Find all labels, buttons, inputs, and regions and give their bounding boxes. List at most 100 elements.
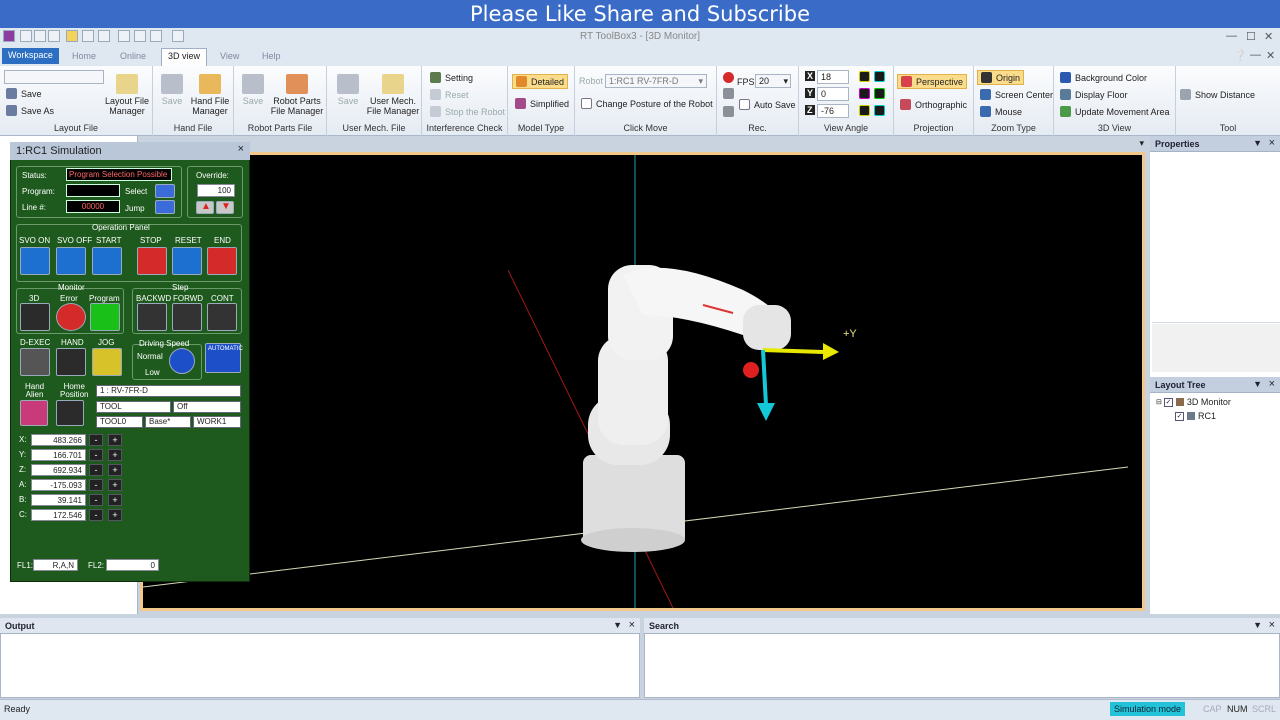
step-continue-button[interactable] xyxy=(207,303,237,331)
checkbox-icon[interactable]: ✓ xyxy=(1175,411,1184,421)
angle-y-input[interactable]: 0 xyxy=(817,87,849,101)
hand-button[interactable] xyxy=(56,348,86,376)
ribbon-close-icon[interactable]: ✕ xyxy=(1266,49,1275,62)
tab-online[interactable]: Online xyxy=(114,49,152,63)
pin-icon[interactable]: ▼ xyxy=(1253,138,1262,148)
record-button[interactable] xyxy=(723,72,738,83)
help-icon[interactable]: ❔ xyxy=(1233,49,1247,62)
coord-x-minus-button[interactable]: - xyxy=(89,434,103,446)
automatic-button[interactable]: AUTOMATIC xyxy=(205,343,243,373)
robot-select[interactable]: 1:RC1 RV-7FR-D ▾ xyxy=(605,74,707,88)
coord-a-minus-button[interactable]: - xyxy=(89,479,103,491)
select-program-button[interactable] xyxy=(155,184,175,198)
monitor-3d-button[interactable] xyxy=(20,303,50,331)
checkbox-icon[interactable]: ✓ xyxy=(1163,397,1173,407)
pin-icon[interactable]: ▼ xyxy=(1253,379,1262,389)
display-floor-button[interactable]: Display Floor xyxy=(1060,89,1128,100)
jog-option-combo[interactable]: Off xyxy=(173,401,241,413)
jog-button[interactable] xyxy=(92,348,122,376)
end-button[interactable] xyxy=(207,247,237,275)
work-combo[interactable]: WORK1 xyxy=(193,416,241,428)
fps-select[interactable]: 20 ▾ xyxy=(755,74,791,88)
hand-alien-button[interactable] xyxy=(20,400,48,426)
view-iso-button[interactable] xyxy=(859,105,889,116)
svo-on-button[interactable] xyxy=(20,247,50,275)
monitor-error-button[interactable] xyxy=(56,303,86,331)
angle-x-input[interactable]: 18 xyxy=(817,70,849,84)
view-top-button[interactable] xyxy=(859,71,889,82)
tool-number-combo[interactable]: TOOL0 xyxy=(96,416,143,428)
home-position-button[interactable] xyxy=(56,400,84,426)
start-button[interactable] xyxy=(92,247,122,275)
program-display[interactable] xyxy=(66,184,120,197)
close-icon[interactable]: × xyxy=(1269,378,1275,390)
override-value[interactable]: 100 xyxy=(197,184,235,197)
angle-z-input[interactable]: -76 xyxy=(817,104,849,118)
pin-icon[interactable]: ▼ xyxy=(1253,620,1262,630)
coord-z-minus-button[interactable]: - xyxy=(89,464,103,476)
zoom-origin-button[interactable]: Origin xyxy=(977,70,1025,85)
zoom-mouse-button[interactable]: Mouse xyxy=(980,106,1022,117)
minimize-icon[interactable]: — xyxy=(1226,30,1237,42)
stop-robot-button[interactable]: Stop the Robot xyxy=(430,106,505,117)
coord-y-minus-button[interactable]: - xyxy=(89,449,103,461)
override-down-button[interactable]: ▼ xyxy=(216,201,234,214)
interference-setting-button[interactable]: Setting xyxy=(430,72,473,83)
tab-workspace[interactable]: Workspace xyxy=(2,48,59,64)
coord-c-minus-button[interactable]: - xyxy=(89,509,103,521)
3d-monitor-viewport[interactable]: +Y xyxy=(140,152,1145,611)
maximize-icon[interactable]: ☐ xyxy=(1246,30,1256,43)
interference-reset-button[interactable]: Reset xyxy=(430,89,469,100)
tab-help[interactable]: Help xyxy=(256,49,287,63)
chevron-down-icon[interactable]: ▾ xyxy=(1139,138,1144,149)
coord-y-plus-button[interactable]: + xyxy=(108,449,122,461)
pin-icon[interactable]: ▼ xyxy=(613,620,622,630)
change-posture-checkbox[interactable]: Change Posture of the Robot xyxy=(581,98,713,109)
tree-item-3d-monitor[interactable]: ⊟ ✓ 3D Monitor xyxy=(1156,397,1231,407)
d-exec-button[interactable] xyxy=(20,348,50,376)
step-backward-button[interactable] xyxy=(137,303,167,331)
close-icon[interactable]: × xyxy=(629,619,635,631)
hand-file-manager-button[interactable]: Hand File Manager xyxy=(187,74,233,116)
tab-view[interactable]: View xyxy=(214,49,245,63)
show-distance-button[interactable]: Show Distance xyxy=(1180,89,1255,100)
view-side-button[interactable] xyxy=(859,88,889,99)
driving-speed-dial[interactable] xyxy=(169,348,195,374)
jog-mode-combo[interactable]: TOOL xyxy=(96,401,171,413)
zoom-screen-center-button[interactable]: Screen Center xyxy=(980,89,1053,100)
user-mech-file-manager-button[interactable]: User Mech. File Manager xyxy=(365,74,421,116)
reset-button[interactable] xyxy=(172,247,202,275)
auto-save-checkbox[interactable]: Auto Save xyxy=(739,99,796,110)
hand-save-button[interactable]: Save xyxy=(159,74,185,106)
layout-file-manager-button[interactable]: Layout File Manager xyxy=(104,74,150,116)
base-combo[interactable]: Base* xyxy=(145,416,191,428)
close-icon[interactable]: ✕ xyxy=(1264,30,1273,43)
pause-record-button[interactable] xyxy=(723,88,738,99)
orthographic-button[interactable]: Orthographic xyxy=(900,99,967,110)
perspective-button[interactable]: Perspective xyxy=(897,74,968,89)
coord-z-plus-button[interactable]: + xyxy=(108,464,122,476)
step-forward-button[interactable] xyxy=(172,303,202,331)
tab-3d-view[interactable]: 3D view xyxy=(161,48,208,66)
collapse-icon[interactable]: ⊟ xyxy=(1156,398,1162,406)
ribbon-minimize-icon[interactable]: — xyxy=(1250,49,1261,61)
tree-item-rc1[interactable]: ✓ RC1 xyxy=(1175,411,1216,421)
robot-parts-save-button[interactable]: Save xyxy=(240,74,266,106)
update-movement-area-button[interactable]: Update Movement Area xyxy=(1060,106,1170,117)
coord-b-minus-button[interactable]: - xyxy=(89,494,103,506)
detailed-button[interactable]: Detailed xyxy=(512,74,569,89)
close-icon[interactable]: × xyxy=(238,143,244,155)
coord-b-plus-button[interactable]: + xyxy=(108,494,122,506)
coord-x-plus-button[interactable]: + xyxy=(108,434,122,446)
close-icon[interactable]: × xyxy=(1269,619,1275,631)
background-color-button[interactable]: Background Color xyxy=(1060,72,1147,83)
coord-a-plus-button[interactable]: + xyxy=(108,479,122,491)
tab-home[interactable]: Home xyxy=(66,49,102,63)
coord-c-plus-button[interactable]: + xyxy=(108,509,122,521)
robot-arm[interactable] xyxy=(581,265,791,552)
stop-record-button[interactable] xyxy=(723,106,738,117)
override-up-button[interactable]: ▲ xyxy=(196,201,214,214)
jump-button[interactable] xyxy=(155,200,175,214)
close-icon[interactable]: × xyxy=(1269,137,1275,149)
user-mech-save-button[interactable]: Save xyxy=(335,74,361,106)
